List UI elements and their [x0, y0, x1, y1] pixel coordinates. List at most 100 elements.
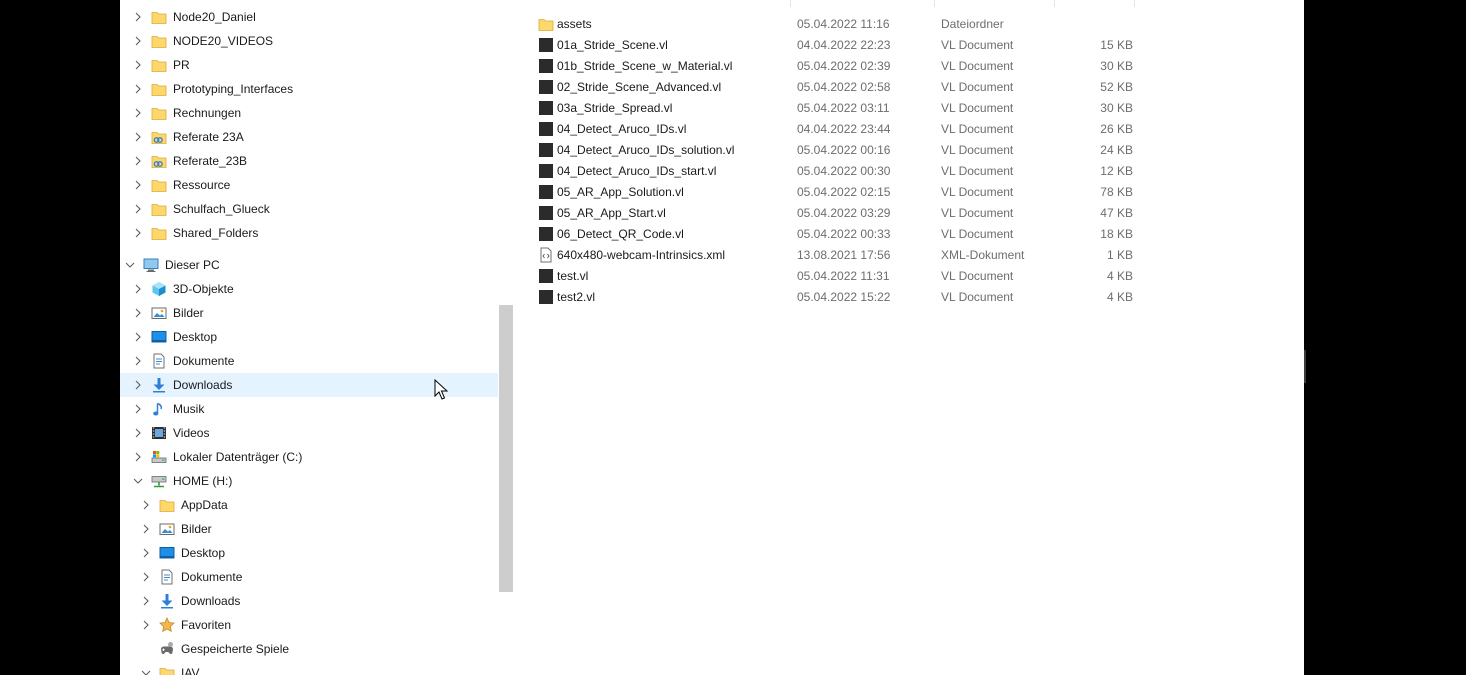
nav-item-appdata[interactable]: AppData — [120, 493, 498, 517]
chevron-right-icon[interactable] — [140, 547, 152, 559]
column-header-divider[interactable] — [790, 0, 791, 7]
nav-item-prototyping-interfaces[interactable]: Prototyping_Interfaces — [120, 77, 498, 101]
chevron-right-icon[interactable] — [132, 131, 144, 143]
nav-item-downloads[interactable]: Downloads — [120, 589, 498, 613]
nav-item-videos[interactable]: Videos — [120, 421, 498, 445]
videos-icon — [152, 427, 166, 439]
saved-games-icon — [161, 642, 173, 655]
nav-item-label: HOME (H:) — [173, 474, 233, 488]
column-header-divider[interactable] — [934, 0, 935, 7]
chevron-right-icon[interactable] — [132, 35, 144, 47]
folder-icon — [151, 108, 167, 120]
nav-item-shared-folders[interactable]: Shared_Folders — [120, 221, 498, 245]
nav-item-referate-23b[interactable]: Referate_23B — [120, 149, 498, 173]
nav-item-schulfach-glueck[interactable]: Schulfach_Glueck — [120, 197, 498, 221]
nav-item-iav[interactable]: IAV — [120, 661, 498, 675]
file-row[interactable]: test2.vl 05.04.2022 15:22 VL Document 4 KB — [528, 286, 1148, 307]
file-list[interactable]: assets 05.04.2022 11:16 Dateiordner 01a_Str… — [514, 0, 1304, 675]
nav-item-label: Dieser PC — [165, 258, 220, 272]
chevron-right-icon[interactable] — [132, 355, 144, 367]
nav-item-bilder[interactable]: Bilder — [120, 517, 498, 541]
nav-item-lokaler-datentr-ger-c[interactable]: Lokaler Datenträger (C:) — [120, 445, 498, 469]
chevron-right-icon[interactable] — [132, 331, 144, 343]
file-size: 15 KB — [1100, 38, 1133, 52]
chevron-right-icon[interactable] — [132, 403, 144, 415]
nav-item-label: Favoriten — [181, 618, 232, 632]
chevron-right-icon[interactable] — [132, 107, 144, 119]
file-name: 04_Detect_Aruco_IDs.vl — [557, 122, 687, 136]
chevron-right-icon[interactable] — [132, 283, 144, 295]
chevron-right-icon[interactable] — [132, 11, 144, 23]
nav-item-home-h[interactable]: HOME (H:) — [120, 469, 498, 493]
file-row[interactable]: 04_Detect_Aruco_IDs_solution.vl 05.04.202… — [528, 139, 1148, 160]
file-row[interactable]: assets 05.04.2022 11:16 Dateiordner — [528, 13, 1148, 34]
chevron-right-icon[interactable] — [132, 379, 144, 391]
file-type: VL Document — [941, 290, 1014, 304]
downloads-icon — [153, 378, 165, 393]
file-row[interactable]: test.vl 05.04.2022 11:31 VL Document 4 KB — [528, 265, 1148, 286]
file-size: 24 KB — [1100, 143, 1133, 157]
chevron-right-icon[interactable] — [132, 83, 144, 95]
file-type: VL Document — [941, 227, 1014, 241]
file-size: 30 KB — [1100, 101, 1133, 115]
chevron-right-icon[interactable] — [132, 307, 144, 319]
file-row[interactable]: 640x480-webcam-Intrinsics.xml 13.08.2021 … — [528, 244, 1148, 265]
chevron-right-icon[interactable] — [132, 451, 144, 463]
chevron-right-icon[interactable] — [132, 203, 144, 215]
nav-item-gespeicherte-spiele[interactable]: Gespeicherte Spiele — [120, 637, 498, 661]
chevron-right-icon[interactable] — [140, 571, 152, 583]
nav-item-referate-23a[interactable]: Referate 23A — [120, 125, 498, 149]
navigation-scrollbar-thumb[interactable] — [499, 305, 513, 592]
shared-folder-icon — [151, 156, 167, 168]
file-size: 4 KB — [1106, 290, 1133, 304]
nav-item-desktop[interactable]: Desktop — [120, 325, 498, 349]
chevron-down-icon[interactable] — [124, 259, 136, 271]
nav-item-label: Referate 23A — [173, 130, 244, 144]
nav-item-desktop[interactable]: Desktop — [120, 541, 498, 565]
nav-item-pr[interactable]: PR — [120, 53, 498, 77]
chevron-right-icon[interactable] — [140, 595, 152, 607]
nav-item-rechnungen[interactable]: Rechnungen — [120, 101, 498, 125]
file-row[interactable]: 01b_Stride_Scene_w_Material.vl 05.04.2022… — [528, 55, 1148, 76]
nav-item-node20-daniel[interactable]: Node20_Daniel — [120, 5, 498, 29]
nav-item-dokumente[interactable]: Dokumente — [120, 565, 498, 589]
file-type: VL Document — [941, 143, 1014, 157]
file-row[interactable]: 02_Stride_Scene_Advanced.vl 05.04.2022 02… — [528, 76, 1148, 97]
file-date-modified: 04.04.2022 22:23 — [797, 38, 891, 52]
nav-item-bilder[interactable]: Bilder — [120, 301, 498, 325]
nav-item-label: Referate_23B — [173, 154, 248, 168]
file-row[interactable]: 04_Detect_Aruco_IDs_start.vl 05.04.2022 0… — [528, 160, 1148, 181]
mouse-cursor-icon — [434, 379, 448, 400]
chevron-right-icon[interactable] — [132, 59, 144, 71]
desktop-icon — [151, 331, 167, 343]
chevron-right-icon[interactable] — [140, 499, 152, 511]
file-row[interactable]: 04_Detect_Aruco_IDs.vl 04.04.2022 23:44 VL… — [528, 118, 1148, 139]
file-name: 03a_Stride_Spread.vl — [557, 101, 673, 115]
nav-item-label: Ressource — [173, 178, 231, 192]
nav-item-ressource[interactable]: Ressource — [120, 173, 498, 197]
nav-item-label: Bilder — [181, 522, 212, 536]
chevron-right-icon[interactable] — [132, 227, 144, 239]
chevron-right-icon[interactable] — [140, 619, 152, 631]
nav-item-dieser-pc[interactable]: Dieser PC — [120, 253, 498, 277]
file-row[interactable]: 05_AR_App_Start.vl 05.04.2022 03:29 VL Doc… — [528, 202, 1148, 223]
chevron-down-icon[interactable] — [140, 667, 152, 675]
file-row[interactable]: 06_Detect_QR_Code.vl 05.04.2022 00:33 VL D… — [528, 223, 1148, 244]
nav-item-favoriten[interactable]: Favoriten — [120, 613, 498, 637]
navigation-pane[interactable]: Node20_Daniel NODE20_VIDEOS PR Prototyping_… — [120, 0, 500, 675]
nav-item-dokumente[interactable]: Dokumente — [120, 349, 498, 373]
chevron-right-icon[interactable] — [132, 427, 144, 439]
nav-item-3d-objekte[interactable]: 3D-Objekte — [120, 277, 498, 301]
shared-folder-icon — [151, 132, 167, 144]
file-row[interactable]: 03a_Stride_Spread.vl 05.04.2022 03:11 VL D… — [528, 97, 1148, 118]
drive-icon — [151, 451, 167, 463]
chevron-right-icon[interactable] — [132, 155, 144, 167]
file-row[interactable]: 01a_Stride_Scene.vl 04.04.2022 22:23 VL Do… — [528, 34, 1148, 55]
file-row[interactable]: 05_AR_App_Solution.vl 05.04.2022 02:15 VL … — [528, 181, 1148, 202]
nav-item-node20-videos[interactable]: NODE20_VIDEOS — [120, 29, 498, 53]
chevron-right-icon[interactable] — [140, 523, 152, 535]
chevron-right-icon[interactable] — [132, 179, 144, 191]
column-header-divider[interactable] — [1054, 0, 1055, 7]
chevron-down-icon[interactable] — [132, 475, 144, 487]
column-header-divider[interactable] — [1134, 0, 1135, 7]
